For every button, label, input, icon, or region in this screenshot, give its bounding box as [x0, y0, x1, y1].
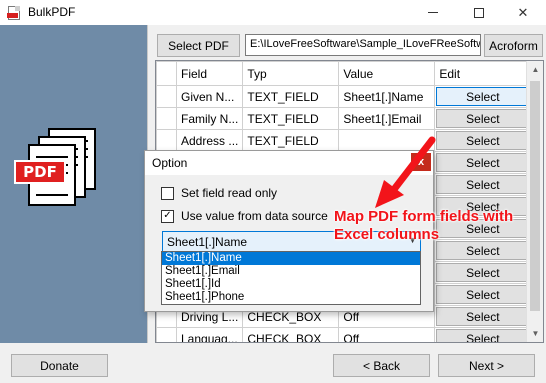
title-bar: BulkPDF ✕ — [0, 0, 546, 25]
table-header-row: Field Typ Value Edit — [156, 61, 532, 86]
column-header-typ[interactable]: Typ — [242, 61, 340, 86]
table-row[interactable]: Family N... TEXT_FIELD Sheet1[.]Email Selec… — [156, 107, 532, 130]
select-button[interactable]: Select — [436, 131, 530, 150]
maximize-icon — [474, 7, 484, 18]
minimize-button[interactable] — [410, 0, 456, 25]
column-header-edit[interactable]: Edit — [434, 61, 532, 86]
vertical-scrollbar[interactable]: ▲ ▼ — [526, 61, 543, 342]
close-button[interactable]: ✕ — [500, 0, 546, 25]
select-button[interactable]: Select — [436, 109, 530, 128]
edit-cell: Select — [434, 107, 532, 130]
minimize-icon — [428, 12, 438, 13]
dropdown-option[interactable]: Sheet1[.]Id — [162, 278, 420, 291]
value-cell[interactable]: Sheet1[.]Name — [338, 85, 436, 108]
scroll-thumb[interactable] — [530, 81, 540, 311]
acroform-button[interactable]: Acroform — [484, 34, 543, 57]
pdf-app-icon — [7, 6, 20, 20]
dropdown-option[interactable]: Sheet1[.]Email — [162, 265, 420, 278]
dropdown-option[interactable]: Sheet1[.]Name — [162, 252, 420, 265]
combobox-value: Sheet1[.]Name — [167, 235, 248, 249]
window-title: BulkPDF — [28, 5, 76, 19]
value-cell[interactable]: Off — [338, 327, 436, 342]
row-header-corner — [156, 61, 177, 86]
typ-cell[interactable]: CHECK_BOX — [242, 327, 340, 342]
field-cell[interactable]: Address ... — [175, 129, 244, 152]
data-source-option[interactable]: ✓ Use value from data source — [161, 209, 328, 223]
data-source-dropdown-list[interactable]: Sheet1[.]Name Sheet1[.]Email Sheet1[.]Id Sh… — [161, 251, 421, 305]
typ-cell[interactable]: TEXT_FIELD — [242, 85, 340, 108]
annotation-arrow-icon — [375, 136, 436, 208]
select-button[interactable]: Select — [436, 285, 530, 304]
column-header-value[interactable]: Value — [338, 61, 436, 86]
table-row[interactable]: Languag... CHECK_BOX Off Select — [156, 327, 532, 342]
row-header[interactable] — [156, 107, 177, 130]
edit-cell: Select — [434, 305, 532, 328]
select-button[interactable]: Select — [436, 87, 530, 106]
row-header[interactable] — [156, 129, 177, 152]
pdf-documents-icon: PDF — [14, 128, 104, 228]
select-button[interactable]: Select — [436, 263, 530, 282]
dialog-title: Option — [152, 156, 188, 170]
read-only-option[interactable]: Set field read only — [161, 186, 277, 200]
edit-cell: Select — [434, 327, 532, 342]
next-button[interactable]: Next > — [438, 354, 535, 377]
field-cell[interactable]: Languag... — [175, 327, 244, 342]
field-cell[interactable]: Family N... — [175, 107, 244, 130]
annotation-callout: Map PDF form fields with Excel columns — [334, 208, 514, 243]
edit-cell: Select — [434, 261, 532, 284]
dropdown-option[interactable]: Sheet1[.]Phone — [162, 291, 420, 304]
maximize-button[interactable] — [456, 0, 502, 25]
data-source-label: Use value from data source — [181, 209, 328, 223]
typ-cell[interactable]: TEXT_FIELD — [242, 129, 340, 152]
left-panel: PDF — [0, 25, 148, 343]
row-header[interactable] — [156, 327, 177, 342]
pdf-path-field[interactable]: E:\ILoveFreeSoftware\Sample_ILoveFReeSof… — [245, 34, 481, 56]
typ-cell[interactable]: TEXT_FIELD — [242, 107, 340, 130]
scroll-up-icon[interactable]: ▲ — [527, 61, 543, 78]
table-row[interactable]: Address ... TEXT_FIELD Select — [156, 129, 532, 152]
read-only-label: Set field read only — [181, 186, 278, 200]
back-button[interactable]: < Back — [333, 354, 430, 377]
table-row[interactable]: Given N... TEXT_FIELD Sheet1[.]Name Select — [156, 85, 532, 108]
donate-button[interactable]: Donate — [11, 354, 108, 377]
select-button[interactable]: Select — [436, 307, 530, 326]
field-cell[interactable]: Given N... — [175, 85, 244, 108]
scroll-down-icon[interactable]: ▼ — [527, 325, 543, 342]
read-only-checkbox[interactable] — [161, 186, 174, 200]
select-button[interactable]: Select — [436, 329, 530, 342]
row-header[interactable] — [156, 85, 177, 108]
column-header-field[interactable]: Field — [175, 61, 244, 86]
edit-cell: Select — [434, 283, 532, 306]
data-source-checkbox[interactable]: ✓ — [161, 209, 174, 223]
pdf-tag: PDF — [14, 160, 66, 184]
edit-cell: Select — [434, 85, 532, 108]
select-pdf-button[interactable]: Select PDF — [157, 34, 240, 57]
value-cell[interactable]: Sheet1[.]Email — [338, 107, 436, 130]
footer-bar: Donate < Back Next > — [0, 343, 546, 383]
close-icon: ✕ — [517, 4, 529, 20]
select-button[interactable]: Select — [436, 175, 530, 194]
select-button[interactable]: Select — [436, 153, 530, 172]
